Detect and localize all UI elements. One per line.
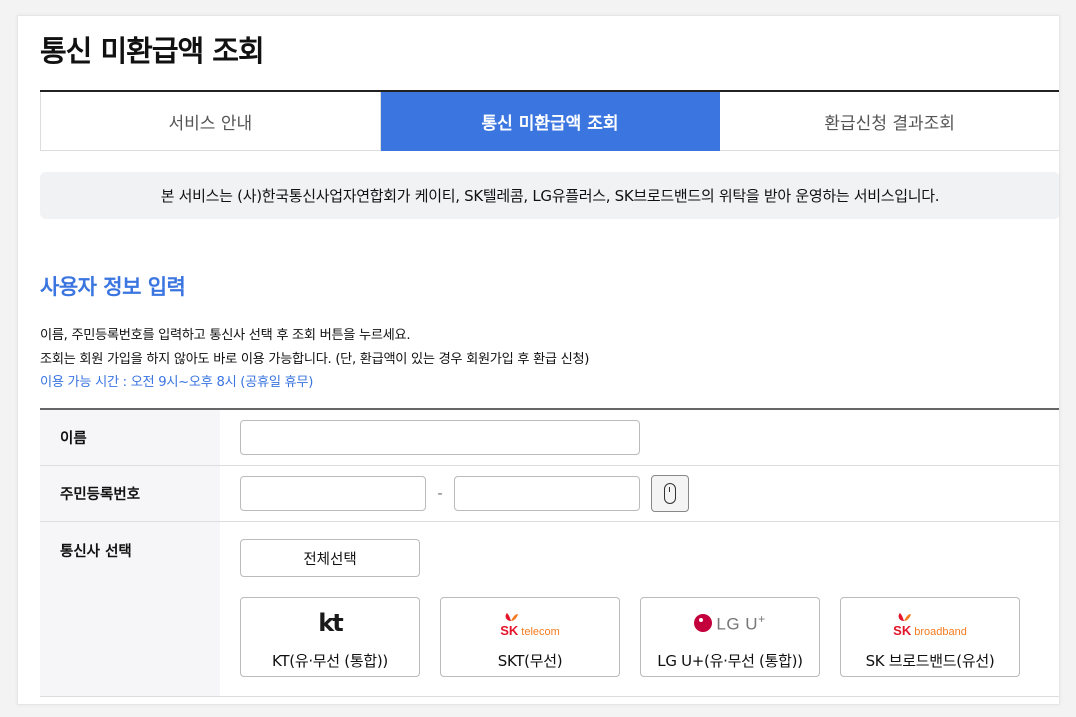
secure-keypad-button[interactable] [651, 475, 689, 512]
rrn-separator: - [437, 485, 443, 502]
carrier-skt-button[interactable]: SK telecom SKT(무선) [440, 597, 620, 677]
form-row-carrier: 통신사 선택 전체선택 kt KT(유·무선 (통합)) SK telecom … [40, 522, 1059, 697]
carrier-skt-label: SKT(무선) [497, 652, 563, 670]
lg-uplus-logo: LG U+ [694, 608, 765, 638]
sk-butterfly-icon [505, 613, 519, 621]
tab-service-info[interactable]: 서비스 안내 [40, 92, 381, 151]
main-card: 통신 미환급액 조회 서비스 안내 통신 미환급액 조회 환급신청 결과조회 본… [17, 15, 1060, 705]
carrier-kt-button[interactable]: kt KT(유·무선 (통합)) [240, 597, 420, 677]
page-title: 통신 미환급액 조회 [40, 34, 265, 68]
form-row-name: 이름 [40, 410, 1059, 466]
sk-broadband-logo: SK broadband [893, 608, 967, 638]
kt-logo: kt [318, 608, 343, 638]
sk-telecom-logo: SK telecom [500, 608, 560, 638]
tab-bar: 서비스 안내 통신 미환급액 조회 환급신청 결과조회 [40, 90, 1059, 151]
carrier-lgu-label: LG U+(유·무선 (통합)) [657, 652, 803, 670]
sk-logo-main: SK [500, 623, 519, 638]
rrn-front-input[interactable] [240, 476, 426, 511]
carrier-list: kt KT(유·무선 (통합)) SK telecom SKT(무선) LG U… [240, 597, 1040, 677]
lg-circle-icon [694, 614, 713, 632]
select-all-button[interactable]: 전체선택 [240, 539, 420, 577]
lg-logo-text: LG U [716, 614, 759, 634]
skb-logo-main: SK [893, 623, 912, 638]
carrier-label: 통신사 선택 [40, 522, 220, 696]
membership-note: 조회는 회원 가입을 하지 않아도 바로 이용 가능합니다. (단, 환급액이 … [40, 352, 590, 367]
carrier-skb-label: SK 브로드밴드(유선) [865, 652, 995, 670]
rrn-label: 주민등록번호 [40, 466, 220, 521]
section-title: 사용자 정보 입력 [40, 275, 186, 299]
carrier-lgu-button[interactable]: LG U+ LG U+(유·무선 (통합)) [640, 597, 820, 677]
notice-text: 본 서비스는 (사)한국통신사업자연합회가 케이티, SK텔레콤, LG유플러스… [160, 187, 940, 205]
tab-refund-result[interactable]: 환급신청 결과조회 [720, 92, 1059, 151]
rrn-back-input[interactable] [454, 476, 640, 511]
kt-logo-text: kt [318, 609, 343, 637]
carrier-skb-button[interactable]: SK broadband SK 브로드밴드(유선) [840, 597, 1020, 677]
mouse-icon [664, 483, 676, 504]
sk-butterfly-icon [898, 613, 912, 621]
user-info-form: 이름 주민등록번호 - 통신사 선택 전체선택 kt KT(유·무선 (통합))… [40, 408, 1059, 697]
name-input[interactable] [240, 420, 640, 455]
service-hours: 이용 가능 시간 : 오전 9시~오후 8시 (공휴일 휴무) [40, 375, 314, 390]
notice-banner: 본 서비스는 (사)한국통신사업자연합회가 케이티, SK텔레콤, LG유플러스… [40, 172, 1059, 219]
lg-logo-plus: + [758, 611, 766, 626]
tab-unrefunded-lookup[interactable]: 통신 미환급액 조회 [380, 92, 721, 151]
name-label: 이름 [40, 410, 220, 465]
sk-logo-sub: telecom [521, 626, 560, 638]
form-row-rrn: 주민등록번호 - [40, 466, 1059, 522]
carrier-kt-label: KT(유·무선 (통합)) [272, 652, 388, 670]
instruction-text: 이름, 주민등록번호를 입력하고 통신사 선택 후 조회 버튼을 누르세요. [40, 328, 411, 343]
skb-logo-sub: broadband [914, 626, 967, 638]
